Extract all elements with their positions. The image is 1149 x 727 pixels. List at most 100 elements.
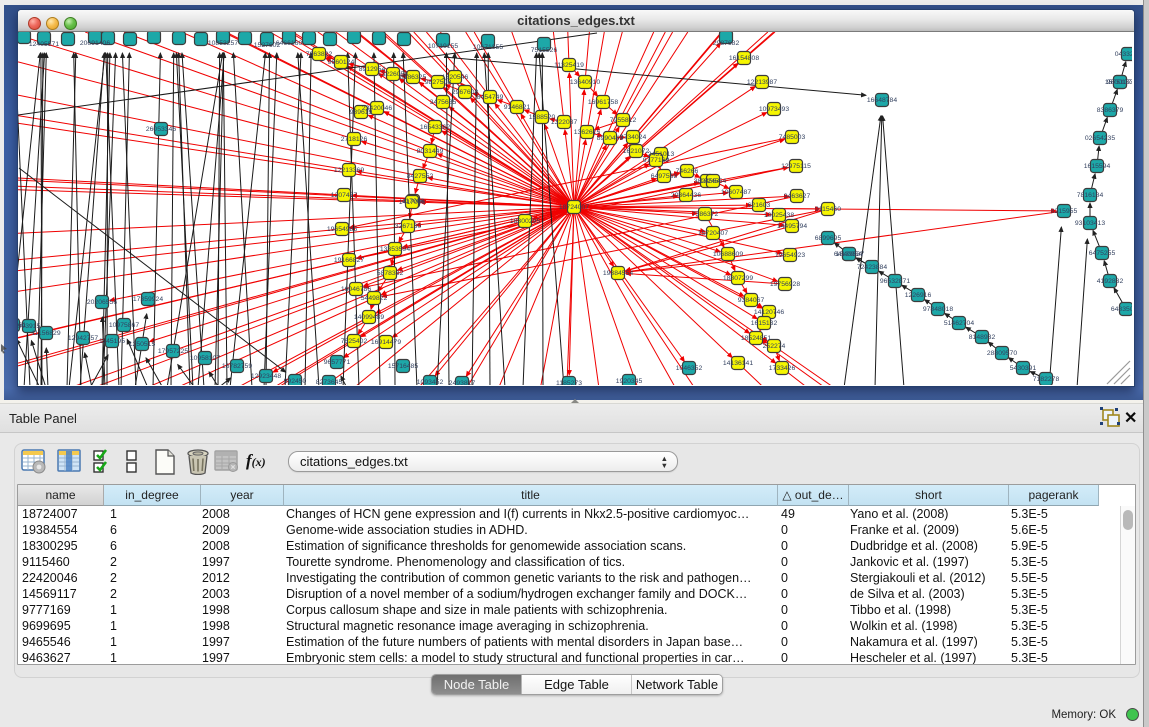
svg-text:18724007: 18724007 [559, 204, 589, 211]
svg-text:20206556: 20206556 [87, 299, 117, 306]
svg-text:26053346: 26053346 [146, 126, 176, 133]
svg-text:5430391: 5430391 [1010, 365, 1037, 372]
svg-text:9115460: 9115460 [815, 206, 841, 213]
svg-text:8273645: 8273645 [316, 379, 343, 385]
svg-text:9146821: 9146821 [504, 104, 531, 111]
svg-text:6497568: 6497568 [651, 173, 678, 180]
svg-text:96532871: 96532871 [880, 278, 910, 285]
svg-text:18524851: 18524851 [741, 335, 771, 342]
svg-text:4192832: 4192832 [1097, 278, 1124, 285]
svg-text:16154808: 16154808 [729, 55, 759, 62]
svg-text:10607487: 10607487 [721, 189, 751, 196]
svg-text:19756928: 19756928 [770, 281, 800, 288]
svg-text:0433218: 0433218 [1115, 51, 1132, 58]
svg-text:72423884: 72423884 [857, 264, 887, 271]
svg-text:7182278: 7182278 [1033, 376, 1060, 383]
svg-text:15716485: 15716485 [388, 363, 418, 370]
svg-text:8148932: 8148932 [969, 334, 996, 341]
svg-text:17359924: 17359924 [133, 296, 163, 303]
svg-text:64835030: 64835030 [1111, 306, 1132, 313]
svg-text:10719155: 10719155 [428, 43, 458, 50]
svg-text:3475685: 3475685 [430, 99, 457, 106]
svg-text:11325419: 11325419 [554, 62, 584, 69]
svg-text:1226916: 1226916 [905, 292, 932, 299]
svg-text:17957225: 17957225 [158, 348, 188, 355]
svg-text:12942757: 12942757 [68, 335, 98, 342]
svg-text:1615594: 1615594 [1084, 163, 1111, 170]
svg-text:9660124: 9660124 [328, 59, 355, 66]
svg-text:1621072: 1621072 [623, 148, 650, 155]
svg-text:9463627: 9463627 [784, 193, 811, 200]
svg-text:8031449: 8031449 [417, 148, 444, 155]
svg-text:16648784: 16648784 [867, 97, 897, 104]
svg-text:9657771: 9657771 [324, 359, 351, 366]
svg-text:1624554: 1624554 [700, 178, 727, 185]
svg-text:8386379: 8386379 [1097, 107, 1124, 114]
svg-text:252274: 252274 [763, 343, 786, 350]
svg-text:10958107: 10958107 [190, 355, 220, 362]
svg-text:19384554: 19384554 [603, 270, 633, 277]
svg-text:11156829: 11156829 [31, 330, 60, 337]
svg-text:2967608: 2967608 [452, 89, 479, 96]
svg-text:2718126: 2718126 [341, 136, 368, 143]
svg-text:6899695: 6899695 [815, 235, 842, 242]
svg-text:1250515: 1250515 [129, 341, 156, 348]
svg-text:9777169: 9777169 [643, 157, 670, 164]
svg-text:97848018: 97848018 [923, 306, 953, 313]
svg-text:20364436: 20364436 [671, 192, 701, 199]
svg-text:7663822: 7663822 [306, 51, 333, 58]
svg-text:10853257: 10853257 [208, 40, 238, 47]
svg-text:10025438: 10025438 [764, 212, 794, 219]
svg-text:1322037: 1322037 [551, 119, 578, 126]
svg-text:621603: 621603 [748, 202, 771, 209]
svg-text:7485003: 7485003 [779, 134, 806, 141]
svg-text:10975867: 10975867 [109, 322, 139, 329]
svg-text:14099489: 14099489 [354, 314, 384, 321]
svg-text:1640954: 1640954 [836, 251, 863, 258]
svg-text:1185273: 1185273 [556, 380, 582, 385]
svg-text:7515526: 7515526 [531, 47, 558, 54]
svg-text:28809570: 28809570 [987, 350, 1017, 357]
svg-text:2987682: 2987682 [713, 40, 740, 47]
svg-text:15720407: 15720407 [698, 230, 728, 237]
svg-text:992450: 992450 [284, 378, 307, 385]
svg-text:9734024: 9734024 [620, 134, 647, 141]
svg-text:20691406: 20691406 [80, 40, 110, 47]
svg-text:18807299: 18807299 [723, 275, 753, 282]
svg-text:7625402: 7625402 [341, 338, 368, 345]
svg-text:19654985: 19654985 [327, 226, 357, 233]
svg-text:1093452: 1093452 [417, 379, 444, 385]
svg-text:1733426: 1733426 [769, 365, 796, 372]
svg-text:12213987: 12213987 [747, 79, 777, 86]
svg-text:10688609: 10688609 [713, 251, 743, 258]
svg-text:14136141: 14136141 [723, 360, 753, 367]
svg-text:6466160: 6466160 [276, 40, 303, 47]
svg-text:12923448: 12923448 [251, 373, 281, 380]
svg-text:16914479: 16914479 [371, 339, 401, 346]
svg-text:15751074: 15751074 [1105, 79, 1132, 86]
svg-text:993915: 993915 [18, 323, 41, 330]
svg-text:02654235: 02654235 [1085, 135, 1115, 142]
svg-text:19166827: 19166827 [334, 257, 364, 264]
svg-text:1615132: 1615132 [751, 320, 778, 327]
svg-text:1046352: 1046352 [676, 365, 703, 372]
svg-text:10973493: 10973493 [759, 106, 789, 113]
svg-text:1320546: 1320546 [442, 74, 469, 81]
svg-text:51462704: 51462704 [944, 320, 974, 327]
svg-text:1207467: 1207467 [331, 192, 358, 199]
svg-text:3267130: 3267130 [395, 223, 422, 230]
svg-text:19654923: 19654923 [775, 252, 805, 259]
svg-text:93103413: 93103413 [1075, 220, 1105, 227]
svg-text:746266: 746266 [676, 168, 699, 175]
svg-text:14495794: 14495794 [777, 223, 807, 230]
svg-text:16782759: 16782759 [222, 363, 252, 370]
svg-text:12213369: 12213369 [334, 167, 364, 174]
svg-text:10671355: 10671355 [473, 44, 503, 51]
svg-text:16961758: 16961758 [588, 99, 618, 106]
svg-text:1920345: 1920345 [616, 378, 643, 385]
svg-text:13640910: 13640910 [570, 79, 600, 86]
svg-text:7955812: 7955812 [610, 117, 637, 124]
svg-text:16543362: 16543362 [420, 124, 450, 131]
svg-text:1145195: 1145195 [99, 338, 125, 345]
svg-text:12975115: 12975115 [781, 163, 811, 170]
